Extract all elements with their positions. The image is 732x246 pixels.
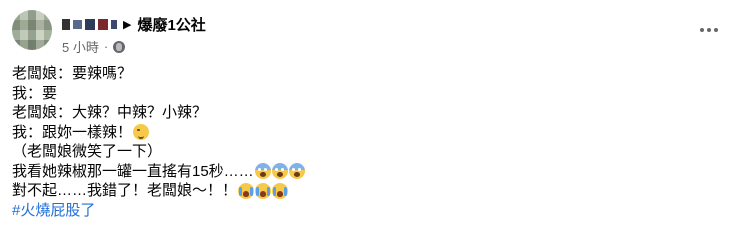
scream-emoji	[254, 163, 271, 180]
dot-icon	[700, 28, 704, 32]
more-options-button[interactable]	[700, 28, 718, 32]
post-body: 老闆娘：要辣嗎？ 我：要 老闆娘：大辣？中辣？小辣？ 我：跟妳一樣辣！ （老闆娘…	[12, 64, 720, 220]
hashtag-link[interactable]: #火燒屁股了	[12, 201, 95, 221]
post-line: 老闆娘：大辣？中辣？小辣？	[12, 104, 208, 121]
post-line: 我：要	[12, 84, 58, 102]
dot-icon	[707, 28, 711, 32]
post-header: ▶ 爆廢1公社	[62, 14, 206, 35]
cry-emoji	[272, 182, 289, 199]
post-line: 我：跟妳一樣辣！	[12, 123, 720, 143]
post-line: （老闆娘微笑了一下）	[12, 143, 163, 160]
post-line: 我看她辣椒那一罐一直搖有15秒……	[12, 162, 720, 182]
post-line: 對不起……我錯了！老闆娘～！！	[12, 181, 720, 201]
page-name-link[interactable]: 爆廢1公社	[137, 14, 205, 35]
meta-separator: ·	[103, 39, 109, 54]
avatar[interactable]	[12, 10, 52, 50]
cry-emoji	[255, 182, 272, 199]
post-time[interactable]: 5 小時	[62, 37, 99, 56]
post-meta: 5 小時 ·	[62, 37, 126, 56]
post-line: #火燒屁股了	[12, 201, 720, 221]
globe-icon[interactable]	[113, 40, 126, 53]
scream-emoji	[288, 163, 305, 180]
cry-emoji	[238, 182, 255, 199]
wink-emoji	[133, 124, 150, 141]
scream-emoji	[271, 163, 288, 180]
facebook-post: ▶ 爆廢1公社 5 小時 · 老闆娘：要辣嗎？ 我：要 老闆娘：大辣？中辣？小辣…	[0, 0, 732, 246]
dot-icon	[714, 28, 718, 32]
arrow-right-icon: ▶	[123, 18, 132, 31]
post-line: 老闆娘：要辣嗎？	[12, 65, 133, 82]
blurred-user-name[interactable]	[62, 18, 117, 30]
